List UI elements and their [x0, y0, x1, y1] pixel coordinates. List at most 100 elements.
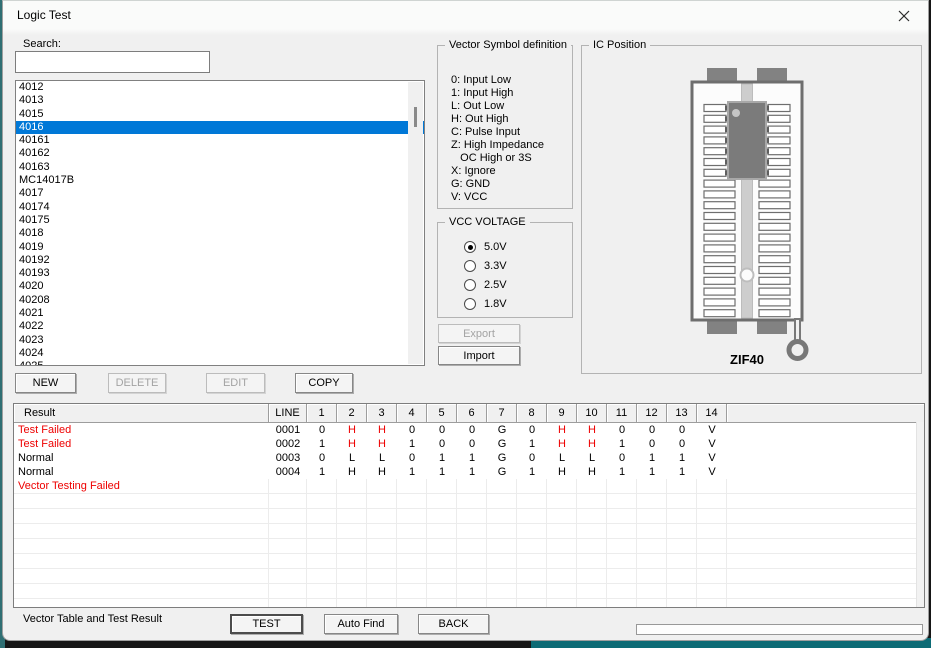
vcc-option[interactable]: 1.8V: [464, 297, 507, 311]
empty-cell: [727, 509, 924, 523]
ic-list-item[interactable]: 40161: [16, 134, 424, 147]
result-cell: Test Failed: [14, 423, 269, 437]
ic-list-item[interactable]: 40175: [16, 214, 424, 227]
header-cell-10[interactable]: 10: [577, 404, 607, 422]
radio-icon[interactable]: [464, 260, 476, 272]
vector-cell: 0: [427, 423, 457, 437]
ic-list-item[interactable]: 4015: [16, 108, 424, 121]
header-cell-7[interactable]: 7: [487, 404, 517, 422]
radio-icon[interactable]: [464, 241, 476, 253]
table-row[interactable]: Test Failed00010HH000G0HH000V: [14, 423, 924, 437]
vector-cell: L: [577, 451, 607, 465]
vector-cell: 1: [667, 465, 697, 479]
header-cell-5[interactable]: 5: [427, 404, 457, 422]
vector-cell: H: [337, 465, 367, 479]
header-cell-9[interactable]: 9: [547, 404, 577, 422]
empty-cell: [457, 494, 487, 508]
vcc-option-label: 2.5V: [484, 279, 507, 291]
ic-list-item[interactable]: 40208: [16, 294, 424, 307]
empty-cell: [269, 509, 307, 523]
close-button[interactable]: [884, 3, 924, 29]
ic-list-item[interactable]: 40174: [16, 201, 424, 214]
empty-cell: [367, 494, 397, 508]
header-cell-8[interactable]: 8: [517, 404, 547, 422]
ic-list-item[interactable]: 4017: [16, 187, 424, 200]
ic-list-item[interactable]: 4022: [16, 320, 424, 333]
delete-button[interactable]: DELETE: [108, 373, 166, 393]
export-button[interactable]: Export: [438, 324, 520, 343]
list-scrollbar[interactable]: [408, 82, 423, 364]
radio-icon[interactable]: [464, 298, 476, 310]
ic-list-item[interactable]: 4023: [16, 334, 424, 347]
vector-cell: V: [697, 423, 727, 437]
empty-cell: [517, 569, 547, 583]
vcc-option-label: 1.8V: [484, 298, 507, 310]
header-cell-result[interactable]: Result: [14, 404, 269, 422]
ic-list-item[interactable]: 4020: [16, 280, 424, 293]
list-scrollbar-thumb[interactable]: [414, 107, 417, 127]
pin-slot-left: [704, 126, 726, 133]
ic-list-item[interactable]: MC14017B: [16, 174, 424, 187]
auto-find-button[interactable]: Auto Find: [324, 614, 398, 634]
header-cell-2[interactable]: 2: [337, 404, 367, 422]
import-button[interactable]: Import: [438, 346, 520, 365]
ic-list-item[interactable]: 4012: [16, 81, 424, 94]
empty-cell: [547, 524, 577, 538]
header-cell-12[interactable]: 12: [637, 404, 667, 422]
ic-device-list[interactable]: 4012401340154016401614016240163MC14017B4…: [15, 80, 425, 366]
new-button[interactable]: NEW: [15, 373, 76, 393]
header-cell-14[interactable]: 14: [697, 404, 727, 422]
vcc-option[interactable]: 2.5V: [464, 278, 507, 292]
ic-list-item[interactable]: 4019: [16, 241, 424, 254]
back-button[interactable]: BACK: [418, 614, 489, 634]
ic-list-item[interactable]: 40192: [16, 254, 424, 267]
table-scrollbar[interactable]: [916, 422, 924, 607]
ic-list-item[interactable]: 4018: [16, 227, 424, 240]
copy-button[interactable]: COPY: [295, 373, 353, 393]
header-cell-4[interactable]: 4: [397, 404, 427, 422]
empty-cell: [14, 569, 269, 583]
edit-button[interactable]: EDIT: [206, 373, 265, 393]
empty-cell: [307, 584, 337, 598]
search-input[interactable]: [15, 51, 210, 73]
ic-list-item[interactable]: 40162: [16, 147, 424, 160]
table-row[interactable]: Vector Testing Failed: [14, 479, 924, 494]
vector-cell: [427, 479, 457, 493]
header-cell-6[interactable]: 6: [457, 404, 487, 422]
header-cell-3[interactable]: 3: [367, 404, 397, 422]
ic-list-item[interactable]: 4013: [16, 94, 424, 107]
ic-list-item[interactable]: 4021: [16, 307, 424, 320]
ic-list-item[interactable]: 4016: [16, 121, 424, 134]
empty-cell: [547, 599, 577, 608]
empty-cell: [337, 584, 367, 598]
vector-cell: [607, 479, 637, 493]
desktop: { "window": { "title": "Logic Test" }, "…: [0, 0, 931, 648]
ic-list-item[interactable]: 4024: [16, 347, 424, 360]
table-row[interactable]: Test Failed00021HH100G1HH100V: [14, 437, 924, 451]
ic-list-item[interactable]: 4025: [16, 360, 424, 366]
header-cell-1[interactable]: 1: [307, 404, 337, 422]
header-cell-line[interactable]: LINE: [269, 404, 307, 422]
table-row[interactable]: Normal00041HH111G1HH111V: [14, 465, 924, 479]
empty-cell: [577, 554, 607, 568]
table-row[interactable]: Normal00030LL011G0LL011V: [14, 451, 924, 465]
filler-cell: [727, 451, 924, 465]
header-cell-11[interactable]: 11: [607, 404, 637, 422]
vcc-option[interactable]: 3.3V: [464, 259, 507, 273]
ic-list-item[interactable]: 40193: [16, 267, 424, 280]
empty-cell: [269, 494, 307, 508]
empty-cell: [337, 569, 367, 583]
vector-cell: 0: [667, 423, 697, 437]
pin-slot-right: [768, 159, 790, 166]
vcc-option[interactable]: 5.0V: [464, 240, 507, 254]
vector-symbol-line: H: Out High: [451, 113, 544, 126]
header-cell-13[interactable]: 13: [667, 404, 697, 422]
empty-cell: [269, 569, 307, 583]
test-button[interactable]: TEST: [230, 614, 303, 634]
vcc-voltage-group-label: VCC VOLTAGE: [445, 216, 530, 229]
pin-slot-right: [768, 148, 790, 155]
vector-cell: 1: [667, 451, 697, 465]
vector-cell: [697, 479, 727, 493]
ic-list-item[interactable]: 40163: [16, 161, 424, 174]
radio-icon[interactable]: [464, 279, 476, 291]
